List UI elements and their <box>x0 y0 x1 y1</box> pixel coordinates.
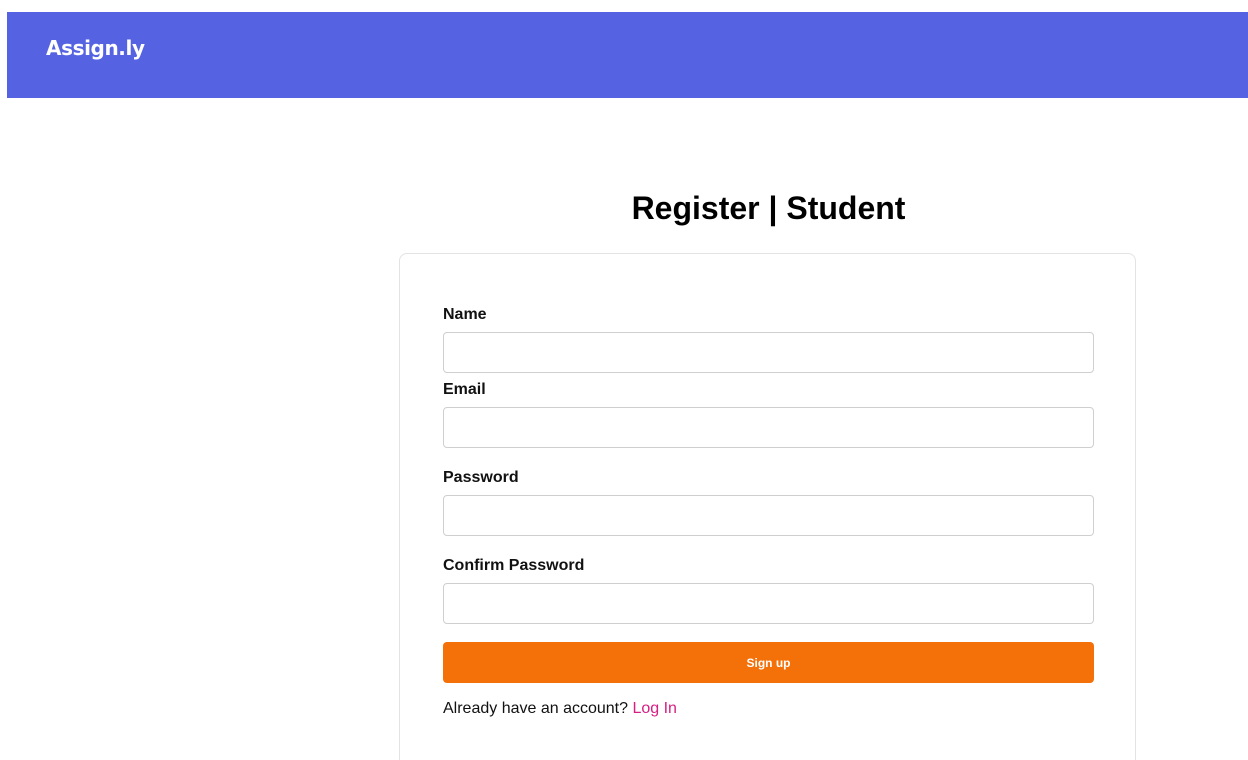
page-title: Register | Student <box>631 190 906 226</box>
top-navbar: Assign.ly <box>7 12 1248 98</box>
log-in-link[interactable]: Log In <box>632 700 676 717</box>
register-page: Assign.ly Register | Student Name Email … <box>0 0 1248 760</box>
brand-logo[interactable]: Assign.ly <box>46 36 145 60</box>
confirm-password-label: Confirm Password <box>443 557 585 574</box>
password-label: Password <box>443 469 519 486</box>
confirm-password-input[interactable] <box>443 583 1094 624</box>
email-label: Email <box>443 381 486 398</box>
name-label: Name <box>443 306 487 323</box>
sign-up-button[interactable]: Sign up <box>443 642 1094 683</box>
email-input[interactable] <box>443 407 1094 448</box>
name-input[interactable] <box>443 332 1094 373</box>
register-form-card: Name Email Password Confirm Password Sig… <box>399 253 1136 760</box>
password-input[interactable] <box>443 495 1094 536</box>
login-prompt-text: Already have an account? <box>443 700 629 717</box>
login-prompt-row: Already have an account? Log In <box>443 700 677 718</box>
